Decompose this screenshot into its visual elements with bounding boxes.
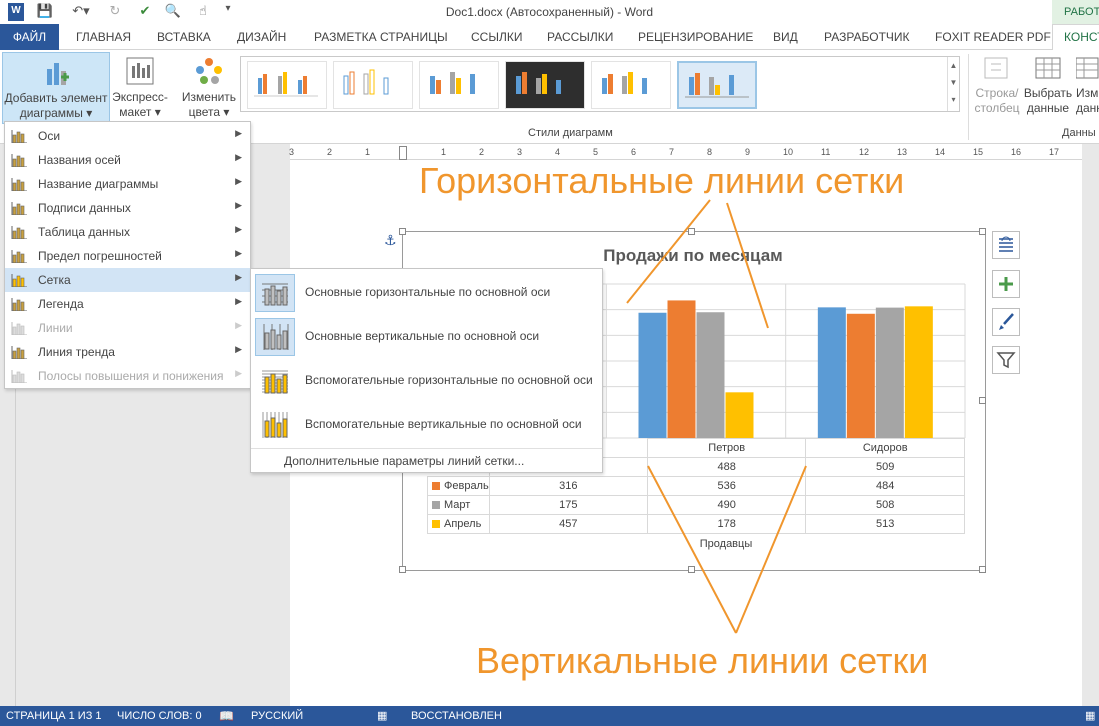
minor-vertical-gridlines-icon xyxy=(255,406,295,444)
arrow-line xyxy=(735,465,807,634)
submenu-arrow-icon: ▶ xyxy=(235,200,242,210)
add-chart-element-menu: Оси ▶ Названия осей ▶ Название диаграммы ▶ Под… xyxy=(4,121,251,389)
menu-item-label: Предел погрешностей xyxy=(38,249,162,263)
menu-item-gridlines[interactable]: Сетка ▶ xyxy=(5,268,250,292)
menu-item-label: Название диаграммы xyxy=(38,177,159,191)
axis-titles-icon xyxy=(11,154,27,167)
status-language[interactable]: РУССКИЙ xyxy=(251,710,303,722)
arrow-line xyxy=(647,465,737,634)
status-word-count[interactable]: ЧИСЛО СЛОВ: 0 xyxy=(117,710,202,722)
status-restored: ВОССТАНОВЛЕН xyxy=(411,710,502,722)
menu-item-major-horizontal[interactable]: Основные горизонтальные по основной оси xyxy=(251,271,602,315)
menu-item-error-bars[interactable]: Предел погрешностей ▶ xyxy=(5,244,250,268)
major-vertical-gridlines-icon xyxy=(255,318,295,356)
menu-item-label: Основные вертикальные по основной оси xyxy=(305,329,540,343)
menu-item-label: Оси xyxy=(38,129,61,143)
more-gridline-options-link[interactable]: Дополнительные параметры линий сетки... xyxy=(284,454,524,468)
up-down-bars-icon xyxy=(11,370,27,383)
submenu-arrow-icon: ▶ xyxy=(235,176,242,186)
minor-horizontal-gridlines-icon xyxy=(255,362,295,400)
menu-item-label: Линии xyxy=(38,321,73,335)
error-bars-icon xyxy=(11,250,27,263)
menu-item-label: Линия тренда xyxy=(38,345,115,359)
menu-item-label: Сетка xyxy=(38,273,71,287)
menu-item-trendline[interactable]: Линия тренда ▶ xyxy=(5,340,250,364)
menu-item-label: Вспомогательные вертикальные по основной… xyxy=(305,417,582,431)
menu-item-label: Полосы повышения и понижения xyxy=(38,369,224,383)
menu-item-data-labels[interactable]: Подписи данных ▶ xyxy=(5,196,250,220)
menu-item-minor-vertical[interactable]: Вспомогательные вертикальные по основной… xyxy=(251,403,602,447)
menu-item-axes[interactable]: Оси ▶ xyxy=(5,124,250,148)
gridlines-submenu: Основные горизонтальные по основной оси … xyxy=(250,268,603,473)
menu-item-major-vertical[interactable]: Основные вертикальные по основной оси xyxy=(251,315,602,359)
data-labels-icon xyxy=(11,202,27,215)
view-mode-icon[interactable]: ▦ xyxy=(1085,709,1095,722)
submenu-arrow-icon: ▶ xyxy=(235,368,242,378)
submenu-arrow-icon: ▶ xyxy=(235,344,242,354)
proofing-icon[interactable]: 📖 xyxy=(219,709,234,723)
annotation-vertical-gridlines: Вертикальные линии сетки xyxy=(476,640,929,681)
menu-item-data-table[interactable]: Таблица данных ▶ xyxy=(5,220,250,244)
menu-item-label: Основные горизонтальные по основной оси xyxy=(305,285,551,299)
submenu-arrow-icon: ▶ xyxy=(235,248,242,258)
menu-item-axis-titles[interactable]: Названия осей ▶ xyxy=(5,148,250,172)
arrow-line xyxy=(726,202,769,329)
menu-item-label: Подписи данных xyxy=(38,201,131,215)
arrow-line xyxy=(626,199,711,304)
lines-icon xyxy=(11,322,27,335)
gridlines-icon xyxy=(11,274,27,287)
menu-item-label: Таблица данных xyxy=(38,225,130,239)
legend-icon xyxy=(11,298,27,311)
chart-title-icon xyxy=(11,178,27,191)
submenu-arrow-icon: ▶ xyxy=(235,152,242,162)
submenu-arrow-icon: ▶ xyxy=(235,320,242,330)
annotation-horizontal-gridlines: Горизонтальные линии сетки xyxy=(419,160,905,201)
menu-separator xyxy=(251,448,602,449)
menu-item-label: Названия осей xyxy=(38,153,121,167)
trendline-icon xyxy=(11,346,27,359)
status-bar: СТРАНИЦА 1 ИЗ 1 ЧИСЛО СЛОВ: 0 📖 РУССКИЙ … xyxy=(0,706,1099,726)
menu-item-lines: Линии ▶ xyxy=(5,316,250,340)
menu-item-up-down-bars: Полосы повышения и понижения ▶ xyxy=(5,364,250,388)
submenu-arrow-icon: ▶ xyxy=(235,296,242,306)
submenu-arrow-icon: ▶ xyxy=(235,272,242,282)
menu-item-chart-title[interactable]: Название диаграммы ▶ xyxy=(5,172,250,196)
menu-item-minor-horizontal[interactable]: Вспомогательные горизонтальные по основн… xyxy=(251,359,602,403)
data-table-icon xyxy=(11,226,27,239)
menu-item-label: Легенда xyxy=(38,297,84,311)
axes-icon xyxy=(11,130,27,143)
status-page[interactable]: СТРАНИЦА 1 ИЗ 1 xyxy=(6,710,102,722)
menu-item-legend[interactable]: Легенда ▶ xyxy=(5,292,250,316)
macro-recording-icon[interactable]: ▦ xyxy=(377,709,387,722)
major-horizontal-gridlines-icon xyxy=(255,274,295,312)
submenu-arrow-icon: ▶ xyxy=(235,128,242,138)
menu-item-label: Вспомогательные горизонтальные по основн… xyxy=(305,373,593,387)
submenu-arrow-icon: ▶ xyxy=(235,224,242,234)
